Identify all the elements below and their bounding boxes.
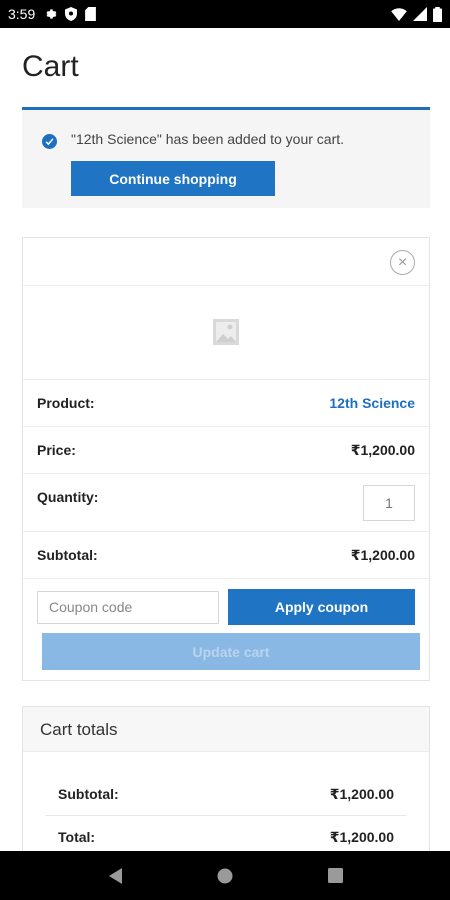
status-right (391, 6, 442, 22)
signal-icon (413, 7, 427, 21)
totals-subtotal-row: Subtotal: ₹1,200.00 (45, 773, 407, 816)
shield-icon (65, 7, 78, 21)
price-value: ₹1,200.00 (350, 442, 415, 458)
totals-total-value: ₹1,200.00 (329, 829, 394, 845)
subtotal-row: Subtotal: ₹1,200.00 (23, 532, 429, 579)
thumbnail-row (23, 286, 429, 380)
totals-total-label: Total: (58, 829, 96, 845)
continue-shopping-button[interactable]: Continue shopping (71, 161, 275, 196)
cart-item-card: × Product: 12th Science Price: ₹1,200.00… (22, 237, 430, 681)
price-row: Price: ₹1,200.00 (23, 427, 429, 474)
cart-totals-header: Cart totals (23, 707, 429, 752)
remove-row: × (23, 238, 429, 286)
subtotal-value: ₹1,200.00 (350, 547, 415, 563)
totals-subtotal-value: ₹1,200.00 (329, 786, 394, 802)
close-icon: × (397, 253, 408, 271)
gear-icon (43, 7, 57, 21)
wifi-icon (391, 7, 407, 21)
cart-totals-title: Cart totals (40, 720, 118, 739)
home-icon[interactable] (217, 868, 233, 884)
totals-subtotal-label: Subtotal: (58, 786, 119, 802)
navigation-bar (0, 851, 450, 900)
status-bar: 3:59 (0, 0, 450, 28)
product-row: Product: 12th Science (23, 380, 429, 427)
quantity-input[interactable]: 1 (363, 485, 415, 521)
coupon-code-input[interactable]: Coupon code (37, 591, 219, 624)
check-circle-icon (42, 134, 57, 149)
recents-icon[interactable] (327, 868, 343, 883)
apply-coupon-button[interactable]: Apply coupon (228, 589, 415, 625)
image-placeholder-icon[interactable] (213, 319, 239, 345)
cart-notice: "12th Science" has been added to your ca… (22, 107, 430, 208)
sd-card-icon (85, 7, 97, 21)
notice-message: "12th Science" has been added to your ca… (71, 131, 345, 147)
cart-totals-card: Cart totals Subtotal: ₹1,200.00 Total: ₹… (22, 706, 430, 866)
remove-item-button[interactable]: × (390, 250, 415, 275)
product-label: Product: (37, 395, 95, 411)
update-cart-button[interactable]: Update cart (42, 633, 420, 670)
quantity-label: Quantity: (37, 489, 99, 505)
battery-icon (433, 6, 442, 22)
price-label: Price: (37, 442, 76, 458)
page-title: Cart (22, 50, 79, 83)
product-link[interactable]: 12th Science (329, 395, 415, 411)
quantity-row: Quantity: 1 (23, 474, 429, 532)
status-time: 3:59 (8, 6, 36, 22)
subtotal-label: Subtotal: (37, 547, 98, 563)
back-icon[interactable] (107, 867, 123, 885)
status-left: 3:59 (8, 6, 97, 22)
